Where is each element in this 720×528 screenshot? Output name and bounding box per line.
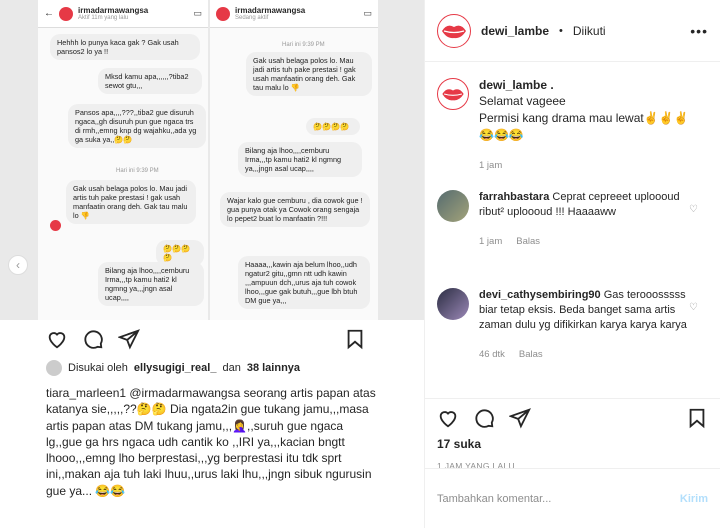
heart-icon[interactable] bbox=[46, 328, 68, 350]
video-icon: ▭ bbox=[193, 8, 202, 18]
dm-header: irmadarmawangsa Sedang aktif ▭ bbox=[210, 0, 378, 28]
post-media: ← irmadarmawangsa Aktif 11m yang lalu ▭ … bbox=[0, 0, 425, 528]
comment-username[interactable]: farrahbastara bbox=[479, 191, 549, 203]
dm-header: ← irmadarmawangsa Aktif 11m yang lalu ▭ bbox=[38, 0, 208, 28]
post-header: dewi_lambe • Diikuti ••• bbox=[425, 0, 720, 62]
chat-bubble: Bilang aja lhoo,,,,cemburu Irma,,,tp kam… bbox=[98, 262, 204, 306]
post-comment-button[interactable]: Kirim bbox=[680, 493, 708, 505]
chat-bubble: Bilang aja lhoo,,,,cemburu Irma,,,tp kam… bbox=[238, 142, 362, 177]
heart-icon[interactable]: ♡ bbox=[689, 204, 698, 215]
comment-time: 46 dtk bbox=[479, 349, 505, 360]
likes-count[interactable]: 17 suka bbox=[425, 437, 720, 451]
chevron-left-icon[interactable]: ‹ bbox=[8, 255, 28, 275]
comment-meta: 46 dtk Balas bbox=[479, 347, 694, 362]
liked-by-and: dan bbox=[222, 362, 241, 374]
add-comment-bar: Kirim bbox=[425, 468, 720, 528]
comment-item: farrahbastara Ceprat cepreeet uploooud r… bbox=[437, 190, 712, 249]
avatar bbox=[50, 220, 61, 231]
caption-item: dewi_lambe . Selamat vageee Permisi kang… bbox=[437, 78, 712, 173]
comment-input[interactable] bbox=[437, 492, 680, 505]
comment-time: 1 jam bbox=[479, 236, 503, 247]
post-footer: 17 suka 1 JAM YANG LALU bbox=[425, 398, 720, 471]
liked-by-count[interactable]: 38 lainnya bbox=[247, 362, 300, 374]
chat-bubble: Haaaa,,,kawin aja belum lhoo,,udh ngatur… bbox=[238, 256, 370, 309]
share-icon[interactable] bbox=[509, 407, 531, 429]
media-caption: tiara_marleen1 @irmadarmawangsa seorang … bbox=[46, 386, 376, 498]
dm-status: Aktif 11m yang lalu bbox=[78, 15, 129, 21]
caption-line: Selamat vageee bbox=[479, 94, 566, 108]
chat-timestamp: Hari ini 9:39 PM bbox=[282, 42, 325, 48]
media-action-bar bbox=[46, 326, 366, 352]
dm-username: irmadarmawangsa bbox=[78, 6, 149, 15]
avatar[interactable] bbox=[437, 288, 469, 320]
chat-screenshot-image: ← irmadarmawangsa Aktif 11m yang lalu ▭ … bbox=[0, 0, 424, 320]
avatar[interactable] bbox=[437, 78, 469, 110]
bookmark-icon[interactable] bbox=[686, 407, 708, 429]
dm-username: irmadarmawangsa bbox=[235, 6, 306, 15]
chat-bubble: Pansos apa,,,,???,,tiba2 gue disuruh nga… bbox=[68, 104, 206, 148]
post-details-panel: dewi_lambe • Diikuti ••• dewi_lambe . Se… bbox=[425, 0, 720, 528]
avatar bbox=[46, 360, 62, 376]
lips-logo-icon bbox=[442, 25, 466, 38]
liked-by-user[interactable]: ellysugigi_real_ bbox=[134, 362, 217, 374]
more-icon[interactable]: ••• bbox=[690, 23, 708, 39]
dm-status: Sedang aktif bbox=[235, 15, 269, 21]
comment-icon[interactable] bbox=[473, 407, 495, 429]
heart-icon[interactable] bbox=[437, 407, 459, 429]
caption-time: 1 jam bbox=[479, 160, 503, 171]
avatar[interactable] bbox=[437, 190, 469, 222]
follow-status[interactable]: Diikuti bbox=[573, 24, 606, 38]
chat-bubble: 🤔🤔🤔🤔 bbox=[306, 118, 360, 135]
comment-meta: 1 jam Balas bbox=[479, 234, 694, 249]
comment-text: farrahbastara Ceprat cepreeet uploooud r… bbox=[479, 190, 694, 249]
caption-username[interactable]: dewi_lambe . bbox=[479, 78, 689, 93]
liked-by-label: Disukai oleh bbox=[68, 362, 128, 374]
chat-bubble: Gak usah belaga polos lo. Mau jadi artis… bbox=[66, 180, 196, 224]
instagram-post-view: ← irmadarmawangsa Aktif 11m yang lalu ▭ … bbox=[0, 0, 720, 528]
liked-by: Disukai oleh ellysugigi_real_ dan 38 lai… bbox=[46, 360, 300, 376]
comment-item: devi_cathysembiring90 Gas terooosssss bi… bbox=[437, 288, 712, 362]
back-icon: ← bbox=[44, 8, 54, 19]
chat-bubble: Mksd kamu apa,,,,,,?tiba2 sewot gtu,,, bbox=[98, 68, 202, 94]
avatar bbox=[216, 6, 230, 21]
action-bar bbox=[425, 399, 720, 437]
separator: • bbox=[559, 24, 563, 37]
reply-button[interactable]: Balas bbox=[519, 347, 543, 362]
caption-line: 😂😂😂 bbox=[479, 128, 524, 142]
caption-meta: 1 jam bbox=[479, 158, 689, 173]
comment-icon[interactable] bbox=[82, 328, 104, 350]
comment-username[interactable]: devi_cathysembiring90 bbox=[479, 289, 601, 301]
comment-list: dewi_lambe . Selamat vageee Permisi kang… bbox=[425, 70, 720, 400]
bookmark-icon[interactable] bbox=[344, 328, 366, 350]
avatar bbox=[59, 6, 73, 21]
lips-logo-icon bbox=[442, 89, 464, 101]
heart-icon[interactable]: ♡ bbox=[689, 302, 698, 313]
post-username[interactable]: dewi_lambe bbox=[481, 24, 549, 38]
chat-bubble: Hehhh lo punya kaca gak ? Gak usah panso… bbox=[50, 34, 200, 60]
avatar[interactable] bbox=[437, 13, 471, 48]
chat-timestamp: Hari ini 9:39 PM bbox=[116, 168, 159, 174]
caption-text: dewi_lambe . Selamat vageee Permisi kang… bbox=[479, 78, 689, 173]
caption-line: Permisi kang drama mau lewat✌️✌️✌️ bbox=[479, 111, 689, 125]
reply-button[interactable]: Balas bbox=[516, 234, 540, 249]
dm-screen-right: irmadarmawangsa Sedang aktif ▭ Hari ini … bbox=[210, 0, 378, 320]
share-icon[interactable] bbox=[118, 328, 140, 350]
chat-bubble: Gak usah belaga polos lo. Mau jadi artis… bbox=[246, 52, 372, 96]
dm-screen-left: ← irmadarmawangsa Aktif 11m yang lalu ▭ … bbox=[38, 0, 208, 320]
video-icon: ▭ bbox=[363, 8, 372, 18]
comment-text: devi_cathysembiring90 Gas terooosssss bi… bbox=[479, 288, 694, 362]
chat-bubble: Wajar kalo gue cemburu , dia cowok gue !… bbox=[220, 192, 370, 227]
